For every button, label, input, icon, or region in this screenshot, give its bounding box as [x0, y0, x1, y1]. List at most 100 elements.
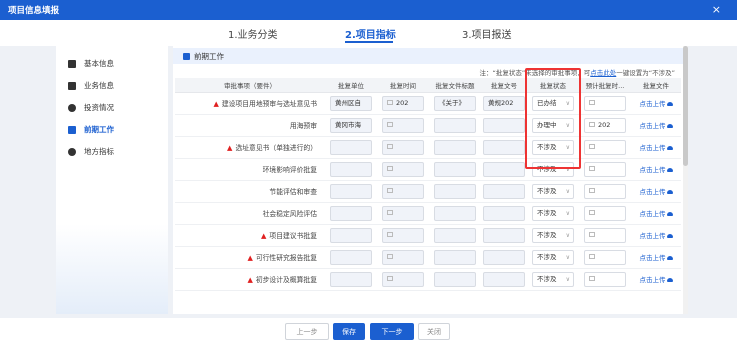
table-row: 环境影响评价批复 不涉及 ∨ 点击上传: [175, 158, 681, 181]
approval-date-input[interactable]: 202: [382, 95, 424, 111]
doc-title-input[interactable]: [434, 117, 476, 133]
table-row: ▲ 建设项目用地预审与选址意见书 黄州区自 202 《关于》 黄规202 已办结 ∨ 点击上传: [175, 92, 681, 115]
doc-number-input[interactable]: [483, 249, 525, 265]
save-button[interactable]: 保存: [333, 323, 365, 340]
upload-link[interactable]: 点击上传: [640, 276, 673, 284]
calendar-icon: [589, 144, 595, 149]
doc-number-input[interactable]: [483, 183, 525, 199]
briefcase-icon: [68, 125, 76, 134]
unit-input[interactable]: 黄州区自: [330, 95, 372, 111]
calendar-icon: [387, 144, 393, 149]
required-triangle-icon: ▲: [227, 144, 233, 152]
section-title: 前期工作: [194, 51, 224, 61]
status-select[interactable]: 不涉及 ∨: [532, 205, 574, 221]
cloud-upload-icon: [666, 234, 673, 238]
doc-number-input[interactable]: 黄规202: [483, 95, 525, 111]
expected-date-input[interactable]: [584, 271, 626, 287]
sidebar-item-investment[interactable]: 投资情况: [68, 102, 114, 113]
status-select[interactable]: 已办结 ∨: [532, 95, 574, 111]
upload-link[interactable]: 点击上传: [640, 210, 673, 218]
close-button[interactable]: 关闭: [418, 323, 450, 340]
expected-date-input[interactable]: [584, 183, 626, 199]
doc-title-input[interactable]: 《关于》: [434, 95, 476, 111]
unit-input[interactable]: [330, 249, 372, 265]
approval-date-input[interactable]: [382, 161, 424, 177]
step-project-submit[interactable]: 3.项目报送: [462, 26, 512, 41]
unit-input[interactable]: [330, 161, 372, 177]
doc-title-input[interactable]: [434, 227, 476, 243]
set-not-involved-link[interactable]: 点击此处: [590, 69, 616, 77]
approval-date-input[interactable]: [382, 227, 424, 243]
expected-date-input[interactable]: [584, 227, 626, 243]
doc-title-input[interactable]: [434, 205, 476, 221]
doc-number-input[interactable]: [483, 139, 525, 155]
doc-title-input[interactable]: [434, 161, 476, 177]
next-button[interactable]: 下一步: [370, 323, 414, 340]
unit-input[interactable]: [330, 271, 372, 287]
calendar-icon: [589, 100, 595, 105]
unit-input[interactable]: [330, 139, 372, 155]
doc-title-input[interactable]: [434, 183, 476, 199]
doc-title-input[interactable]: [434, 271, 476, 287]
expected-date-input[interactable]: [584, 249, 626, 265]
status-select[interactable]: 不涉及 ∨: [532, 271, 574, 287]
sidebar-item-business-info[interactable]: 业务信息: [68, 80, 114, 91]
close-icon[interactable]: ×: [712, 3, 721, 16]
cloud-upload-icon: [666, 102, 673, 106]
col-header-status: 批复状态: [527, 78, 579, 93]
doc-number-input[interactable]: [483, 117, 525, 133]
unit-input[interactable]: [330, 227, 372, 243]
upload-link[interactable]: 点击上传: [640, 188, 673, 196]
upload-link[interactable]: 点击上传: [640, 166, 673, 174]
scrollbar[interactable]: [683, 46, 688, 314]
step-business-category[interactable]: 1.业务分类: [228, 26, 278, 41]
col-header-doc-no: 批复文号: [481, 78, 527, 93]
cloud-upload-icon: [666, 146, 673, 150]
doc-title-input[interactable]: [434, 249, 476, 265]
status-select[interactable]: 不涉及 ∨: [532, 183, 574, 199]
status-select[interactable]: 办理中 ∨: [532, 117, 574, 133]
sidebar-item-preliminary-work[interactable]: 前期工作: [68, 124, 114, 135]
approval-date-input[interactable]: [382, 117, 424, 133]
status-select[interactable]: 不涉及 ∨: [532, 139, 574, 155]
upload-link[interactable]: 点击上传: [640, 122, 673, 130]
expected-date-input[interactable]: [584, 205, 626, 221]
unit-input[interactable]: 黄冈市海: [330, 117, 372, 133]
doc-number-input[interactable]: [483, 205, 525, 221]
sidebar-item-basic-info[interactable]: 基本信息: [68, 58, 114, 69]
sidebar-item-local-indicators[interactable]: 地方指标: [68, 146, 114, 157]
expected-date-input[interactable]: 202: [584, 117, 626, 133]
required-triangle-icon: ▲: [247, 254, 253, 262]
doc-title-input[interactable]: [434, 139, 476, 155]
doc-number-input[interactable]: [483, 271, 525, 287]
window-title: 项目信息填报: [8, 6, 60, 16]
unit-input[interactable]: [330, 183, 372, 199]
upload-link[interactable]: 点击上传: [640, 254, 673, 262]
upload-link[interactable]: 点击上传: [640, 100, 673, 108]
scrollbar-thumb[interactable]: [683, 46, 688, 166]
approval-date-input[interactable]: [382, 183, 424, 199]
col-header-file: 批复文件: [631, 78, 681, 93]
step-project-indicators[interactable]: 2.项目指标: [345, 26, 396, 41]
doc-number-input[interactable]: [483, 227, 525, 243]
chevron-down-icon: ∨: [565, 143, 570, 151]
approval-date-input[interactable]: [382, 139, 424, 155]
calendar-icon: [387, 188, 393, 193]
cloud-upload-icon: [666, 190, 673, 194]
approval-item-name: ▲ 建设项目用地预审与选址意见书: [175, 92, 325, 115]
expected-date-input[interactable]: [584, 95, 626, 111]
approval-date-input[interactable]: [382, 205, 424, 221]
unit-input[interactable]: [330, 205, 372, 221]
expected-date-input[interactable]: [584, 161, 626, 177]
status-select[interactable]: 不涉及 ∨: [532, 161, 574, 177]
status-select[interactable]: 不涉及 ∨: [532, 249, 574, 265]
upload-link[interactable]: 点击上传: [640, 232, 673, 240]
prev-button[interactable]: 上一步: [285, 323, 329, 340]
col-header-unit: 批复单位: [325, 78, 377, 93]
approval-date-input[interactable]: [382, 271, 424, 287]
upload-link[interactable]: 点击上传: [640, 144, 673, 152]
approval-date-input[interactable]: [382, 249, 424, 265]
expected-date-input[interactable]: [584, 139, 626, 155]
status-select[interactable]: 不涉及 ∨: [532, 227, 574, 243]
doc-number-input[interactable]: [483, 161, 525, 177]
